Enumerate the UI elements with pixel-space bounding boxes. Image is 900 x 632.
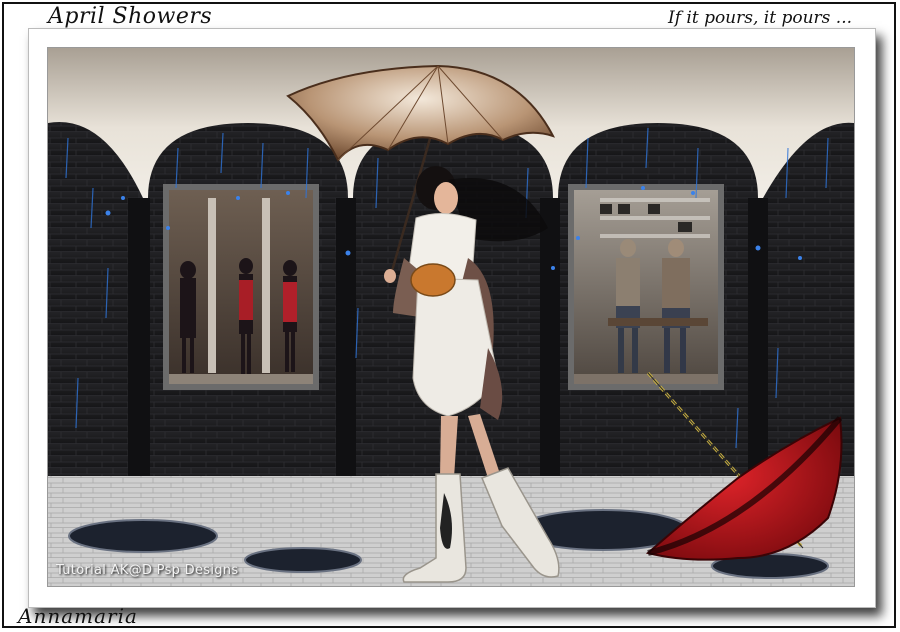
shop-window-left bbox=[163, 184, 319, 390]
artwork-title: April Showers bbox=[48, 4, 213, 29]
picture-card: Tutorial AK@D Psp Designs bbox=[28, 28, 876, 608]
artist-signature: Annamaria bbox=[18, 604, 138, 628]
artwork-tagline: If it pours, it pours ... bbox=[667, 8, 852, 28]
tutorial-credit: Tutorial AK@D Psp Designs bbox=[56, 563, 239, 578]
scene: Tutorial AK@D Psp Designs bbox=[47, 47, 855, 587]
scene-illustration bbox=[48, 48, 854, 586]
shop-window-right bbox=[568, 184, 724, 390]
